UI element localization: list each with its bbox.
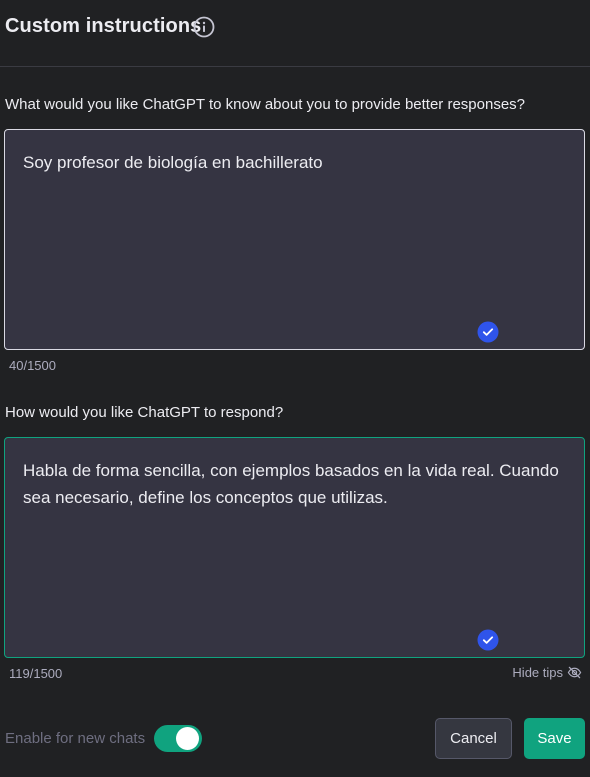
respond-question: How would you like ChatGPT to respond? — [5, 404, 284, 421]
about-you-textarea[interactable]: Soy profesor de biología en bachillerato — [4, 129, 585, 350]
about-you-counter: 40/1500 — [9, 358, 56, 373]
about-you-text: Soy profesor de biología en bachillerato — [23, 153, 323, 172]
about-you-question: What would you like ChatGPT to know abou… — [5, 96, 526, 113]
cancel-button[interactable]: Cancel — [435, 718, 512, 759]
respond-textarea[interactable]: Habla de forma sencilla, con ejemplos ba… — [4, 437, 585, 658]
check-circle-icon — [477, 629, 499, 651]
info-icon[interactable] — [193, 16, 215, 38]
toggle-knob — [176, 727, 199, 750]
hide-tips-label: Hide tips — [512, 665, 563, 680]
check-circle-icon — [477, 321, 499, 343]
eye-off-icon — [567, 666, 582, 679]
respond-counter: 119/1500 — [9, 666, 63, 681]
dialog-header: Custom instructions — [0, 0, 590, 67]
enable-new-chats-toggle[interactable] — [154, 725, 202, 752]
enable-new-chats-label: Enable for new chats — [5, 730, 146, 747]
hide-tips-button[interactable]: Hide tips — [512, 665, 582, 680]
respond-text: Habla de forma sencilla, con ejemplos ba… — [23, 461, 559, 507]
page-title: Custom instructions — [5, 15, 202, 37]
save-button[interactable]: Save — [524, 718, 585, 759]
